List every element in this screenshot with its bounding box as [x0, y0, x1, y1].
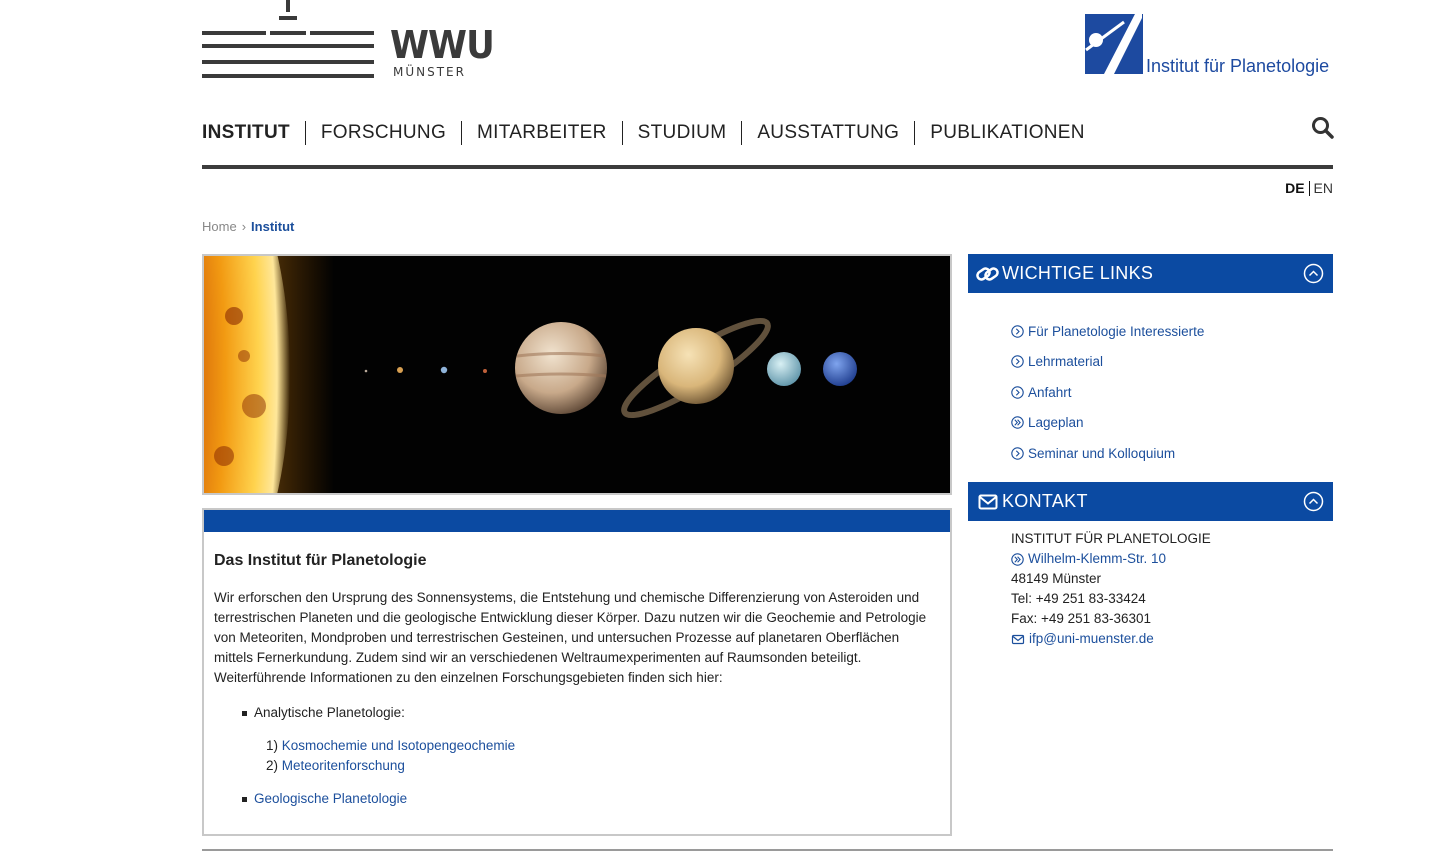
research-list: Analytische Planetologie: 1) Kosmochemie…: [242, 703, 940, 809]
contact-email: ifp@uni-muenster.de: [1029, 631, 1154, 646]
breadcrumb-current: Institut: [251, 219, 295, 234]
chevron-right-circle-icon: [1011, 386, 1024, 399]
sub-list-item: 2) Meteoritenforschung: [266, 756, 940, 776]
page-title: Das Institut für Planetologie: [214, 552, 427, 569]
link-anfahrt[interactable]: Anfahrt: [1011, 377, 1204, 408]
content-box: Das Institut für Planetologie Wir erfors…: [202, 508, 952, 836]
envelope-icon: [976, 491, 1000, 513]
nav-item-forschung[interactable]: FORSCHUNG: [304, 121, 461, 145]
nav-item-ausstattung[interactable]: AUSSTATTUNG: [741, 121, 914, 145]
sub-list-number: 1): [266, 738, 279, 753]
link-lageplan[interactable]: Lageplan: [1011, 408, 1204, 439]
list-item-label: Analytische Planetologie:: [254, 705, 405, 720]
breadcrumb-home[interactable]: Home: [202, 219, 237, 234]
wwu-wordmark: WWU: [390, 23, 495, 67]
institute-logo-text: Institut für Planetologie: [1146, 56, 1330, 76]
link-icon: [976, 263, 1000, 285]
hero-image-solar-system: [202, 254, 952, 495]
sub-list-item: 1) Kosmochemie und Isotopengeochemie: [266, 736, 940, 756]
intro-paragraph: Wir erforschen den Ursprung des Sonnensy…: [214, 590, 927, 685]
contact-tel: Tel: +49 251 83-33424: [1011, 591, 1146, 606]
link-meteoritenforschung[interactable]: Meteoritenforschung: [282, 758, 405, 773]
lang-separator: [1308, 180, 1310, 196]
chevron-right-circle-icon: [1011, 325, 1024, 338]
main-nav: INSTITUT FORSCHUNG MITARBEITER STUDIUM A…: [202, 118, 1100, 148]
link-label: Anfahrt: [1028, 384, 1072, 400]
chevron-up-circle-icon: [1303, 263, 1324, 284]
double-chevron-right-circle-icon: [1011, 416, 1024, 429]
link-label: Seminar und Kolloquium: [1028, 445, 1176, 461]
contact-details: INSTITUT FÜR PLANETOLOGIE Wilhelm-Klemm-…: [1011, 529, 1211, 649]
nav-divider: [202, 165, 1333, 169]
chevron-right-circle-icon: [1011, 447, 1024, 460]
link-fuer-interessierte[interactable]: Für Planetologie Interessierte: [1011, 316, 1204, 347]
contact-panel-title: KONTAKT: [1002, 491, 1088, 511]
wwu-emblem-icon: [202, 0, 374, 78]
double-chevron-right-circle-icon: [1011, 552, 1024, 566]
lang-en[interactable]: EN: [1314, 180, 1333, 196]
contact-email-link[interactable]: ifp@uni-muenster.de: [1011, 629, 1211, 649]
link-label: Lehrmaterial: [1028, 354, 1104, 370]
list-item: Geologische Planetologie: [242, 789, 940, 809]
nav-item-mitarbeiter[interactable]: MITARBEITER: [461, 121, 622, 145]
search-icon: [1312, 117, 1334, 139]
sub-list-number: 2): [266, 758, 279, 773]
link-seminar-kolloquium[interactable]: Seminar und Kolloquium: [1011, 438, 1204, 469]
lang-de[interactable]: DE: [1285, 180, 1304, 196]
contact-city: 48149 Münster: [1011, 571, 1102, 586]
sub-list: 1) Kosmochemie und Isotopengeochemie 2) …: [266, 736, 940, 776]
institute-logo[interactable]: Institut für Planetologie: [1084, 10, 1334, 80]
wwu-subtitle: MÜNSTER: [393, 65, 466, 79]
list-item: Analytische Planetologie: 1) Kosmochemie…: [242, 703, 940, 776]
content-header-bar: [204, 510, 950, 532]
link-lehrmaterial[interactable]: Lehrmaterial: [1011, 347, 1204, 378]
important-links-list: Für Planetologie Interessierte Lehrmater…: [1011, 316, 1204, 469]
contact-fax: Fax: +49 251 83-36301: [1011, 611, 1151, 626]
envelope-icon: [1011, 634, 1025, 644]
contact-street-link[interactable]: Wilhelm-Klemm-Str. 10: [1011, 549, 1211, 569]
search-button[interactable]: [1311, 116, 1335, 140]
contact-street: Wilhelm-Klemm-Str. 10: [1028, 551, 1167, 566]
wwu-logo[interactable]: WWU MÜNSTER: [202, 0, 502, 84]
nav-item-studium[interactable]: STUDIUM: [621, 121, 742, 145]
contact-name: INSTITUT FÜR PLANETOLOGIE: [1011, 531, 1211, 546]
nav-item-publikationen[interactable]: PUBLIKATIONEN: [914, 121, 1100, 145]
breadcrumb-separator: ›: [241, 219, 247, 234]
link-label: Lageplan: [1028, 415, 1084, 431]
nav-item-institut[interactable]: INSTITUT: [202, 121, 305, 145]
contact-panel-header[interactable]: KONTAKT: [968, 482, 1333, 521]
language-switcher: DE EN: [1285, 180, 1333, 196]
link-label: Für Planetologie Interessierte: [1028, 323, 1205, 339]
link-geologische-planetologie[interactable]: Geologische Planetologie: [254, 791, 407, 806]
breadcrumb: Home › Institut: [202, 219, 294, 234]
chevron-right-circle-icon: [1011, 355, 1024, 368]
planetology-emblem-icon: [1085, 12, 1143, 74]
link-kosmochemie[interactable]: Kosmochemie und Isotopengeochemie: [282, 738, 515, 753]
links-panel-header[interactable]: WICHTIGE LINKS: [968, 254, 1333, 293]
collapse-links-button[interactable]: [1303, 263, 1324, 284]
links-panel-title: WICHTIGE LINKS: [1002, 263, 1154, 283]
chevron-up-circle-icon: [1303, 491, 1324, 512]
collapse-contact-button[interactable]: [1303, 491, 1324, 512]
